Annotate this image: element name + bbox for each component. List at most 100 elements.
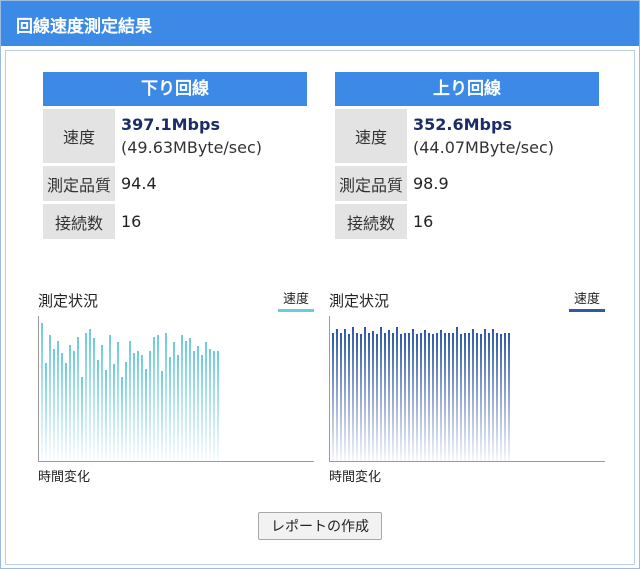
speed-bar [165, 333, 167, 461]
speed-bar [105, 370, 107, 461]
speed-bar [484, 329, 486, 461]
speed-bar [41, 323, 43, 461]
speed-bar [201, 355, 203, 461]
speed-bar [61, 353, 63, 461]
upload-panel: 上り回線 速度 352.6Mbps (44.07MByte/sec) 測定品質 … [335, 72, 599, 239]
speed-bar [456, 327, 458, 461]
speed-bar [137, 351, 139, 461]
speed-bar [404, 333, 406, 461]
upload-connections-row: 接続数 16 [335, 204, 599, 239]
speed-bar [81, 377, 83, 461]
speed-bar [177, 355, 179, 461]
speed-bar [492, 329, 494, 461]
speed-bar [153, 337, 155, 461]
upload-panel-title: 上り回線 [335, 72, 599, 106]
speed-bar [193, 351, 195, 461]
download-quality-label: 測定品質 [43, 166, 115, 201]
speed-bar [496, 333, 498, 461]
speed-bar [452, 333, 454, 461]
speed-bar [372, 331, 374, 461]
download-panel-title: 下り回線 [43, 72, 307, 106]
download-chart-xlabel: 時間変化 [38, 470, 91, 485]
speed-bar [332, 333, 334, 461]
speed-bar [472, 329, 474, 461]
speed-bar [444, 333, 446, 461]
download-panel: 下り回線 速度 397.1Mbps (49.63MByte/sec) 測定品質 … [43, 72, 307, 239]
speed-bar [408, 333, 410, 461]
speed-bar [384, 333, 386, 461]
speed-bar [169, 357, 171, 461]
speed-bar [500, 334, 502, 461]
speed-bar [504, 333, 506, 461]
upload-legend-label: 速度 [573, 292, 600, 307]
page-title: 回線速度測定結果 [1, 1, 639, 46]
speed-bar [93, 338, 95, 461]
download-quality-value: 94.4 [121, 174, 157, 193]
download-connections-label: 接続数 [43, 204, 115, 239]
upload-quality-label: 測定品質 [335, 166, 407, 201]
speed-bar [125, 362, 127, 461]
result-body: 下り回線 速度 397.1Mbps (49.63MByte/sec) 測定品質 … [5, 50, 635, 565]
speed-bar [173, 342, 175, 461]
speed-bar [400, 334, 402, 461]
upload-speed-value: 352.6Mbps (44.07MByte/sec) [407, 109, 554, 163]
speed-bar [428, 333, 430, 461]
speed-bar [197, 346, 199, 461]
create-report-button[interactable]: レポートの作成 [258, 512, 382, 540]
speed-bar [360, 334, 362, 461]
download-speed-mbps: 397.1Mbps [121, 115, 220, 134]
speed-bar [113, 364, 115, 461]
upload-connections-label: 接続数 [335, 204, 407, 239]
speed-bar [161, 371, 163, 461]
speed-bar [133, 353, 135, 461]
upload-speed-label: 速度 [335, 109, 407, 163]
speed-bar [189, 338, 191, 461]
speed-bar [209, 349, 211, 461]
speed-bar [440, 330, 442, 461]
upload-chart-title: 測定状況 [329, 292, 390, 310]
upload-speed-mbps: 352.6Mbps [413, 115, 512, 134]
speed-bar [376, 334, 378, 461]
speed-bar [97, 360, 99, 461]
speed-bar [420, 333, 422, 461]
upload-chart-legend: 速度 [569, 288, 605, 312]
speed-bar [205, 342, 207, 461]
speed-bar [109, 335, 111, 461]
speed-bar [416, 334, 418, 461]
speed-bar [69, 345, 71, 461]
download-quality-row: 測定品質 94.4 [43, 166, 307, 201]
speed-bar [432, 334, 434, 461]
speed-bar [101, 345, 103, 461]
speed-bar [364, 327, 366, 461]
upload-chart-xlabel: 時間変化 [329, 470, 382, 485]
upload-quality-value: 98.9 [413, 174, 449, 193]
speed-bar [121, 377, 123, 461]
speed-bar [89, 329, 91, 461]
speed-bar [344, 329, 346, 461]
speed-bar [488, 333, 490, 461]
speed-bar [340, 333, 342, 461]
speed-bar [77, 337, 79, 461]
download-chart-plot [38, 316, 314, 462]
download-legend-swatch [278, 309, 314, 312]
upload-chart-svg [332, 327, 510, 461]
speed-bar [73, 351, 75, 461]
upload-connections-value: 16 [413, 212, 434, 231]
upload-quality-row: 測定品質 98.9 [335, 166, 599, 201]
download-connections-value: 16 [121, 212, 142, 231]
speed-bar [480, 334, 482, 461]
speed-bar [508, 333, 510, 461]
speed-bar [57, 341, 59, 461]
upload-chart-plot [329, 316, 605, 462]
speed-bar [348, 334, 350, 461]
upload-chart-head: 測定状況 速度 [329, 288, 605, 312]
speed-bar [388, 330, 390, 461]
speed-bar [412, 329, 414, 461]
speed-bar [356, 333, 358, 461]
speed-bar [117, 342, 119, 461]
speed-bar [157, 335, 159, 461]
upload-chart: 測定状況 速度 時間変化 [329, 288, 605, 485]
speed-bar [336, 329, 338, 461]
upload-speed-row: 速度 352.6Mbps (44.07MByte/sec) [335, 109, 599, 163]
speed-bar [368, 333, 370, 461]
